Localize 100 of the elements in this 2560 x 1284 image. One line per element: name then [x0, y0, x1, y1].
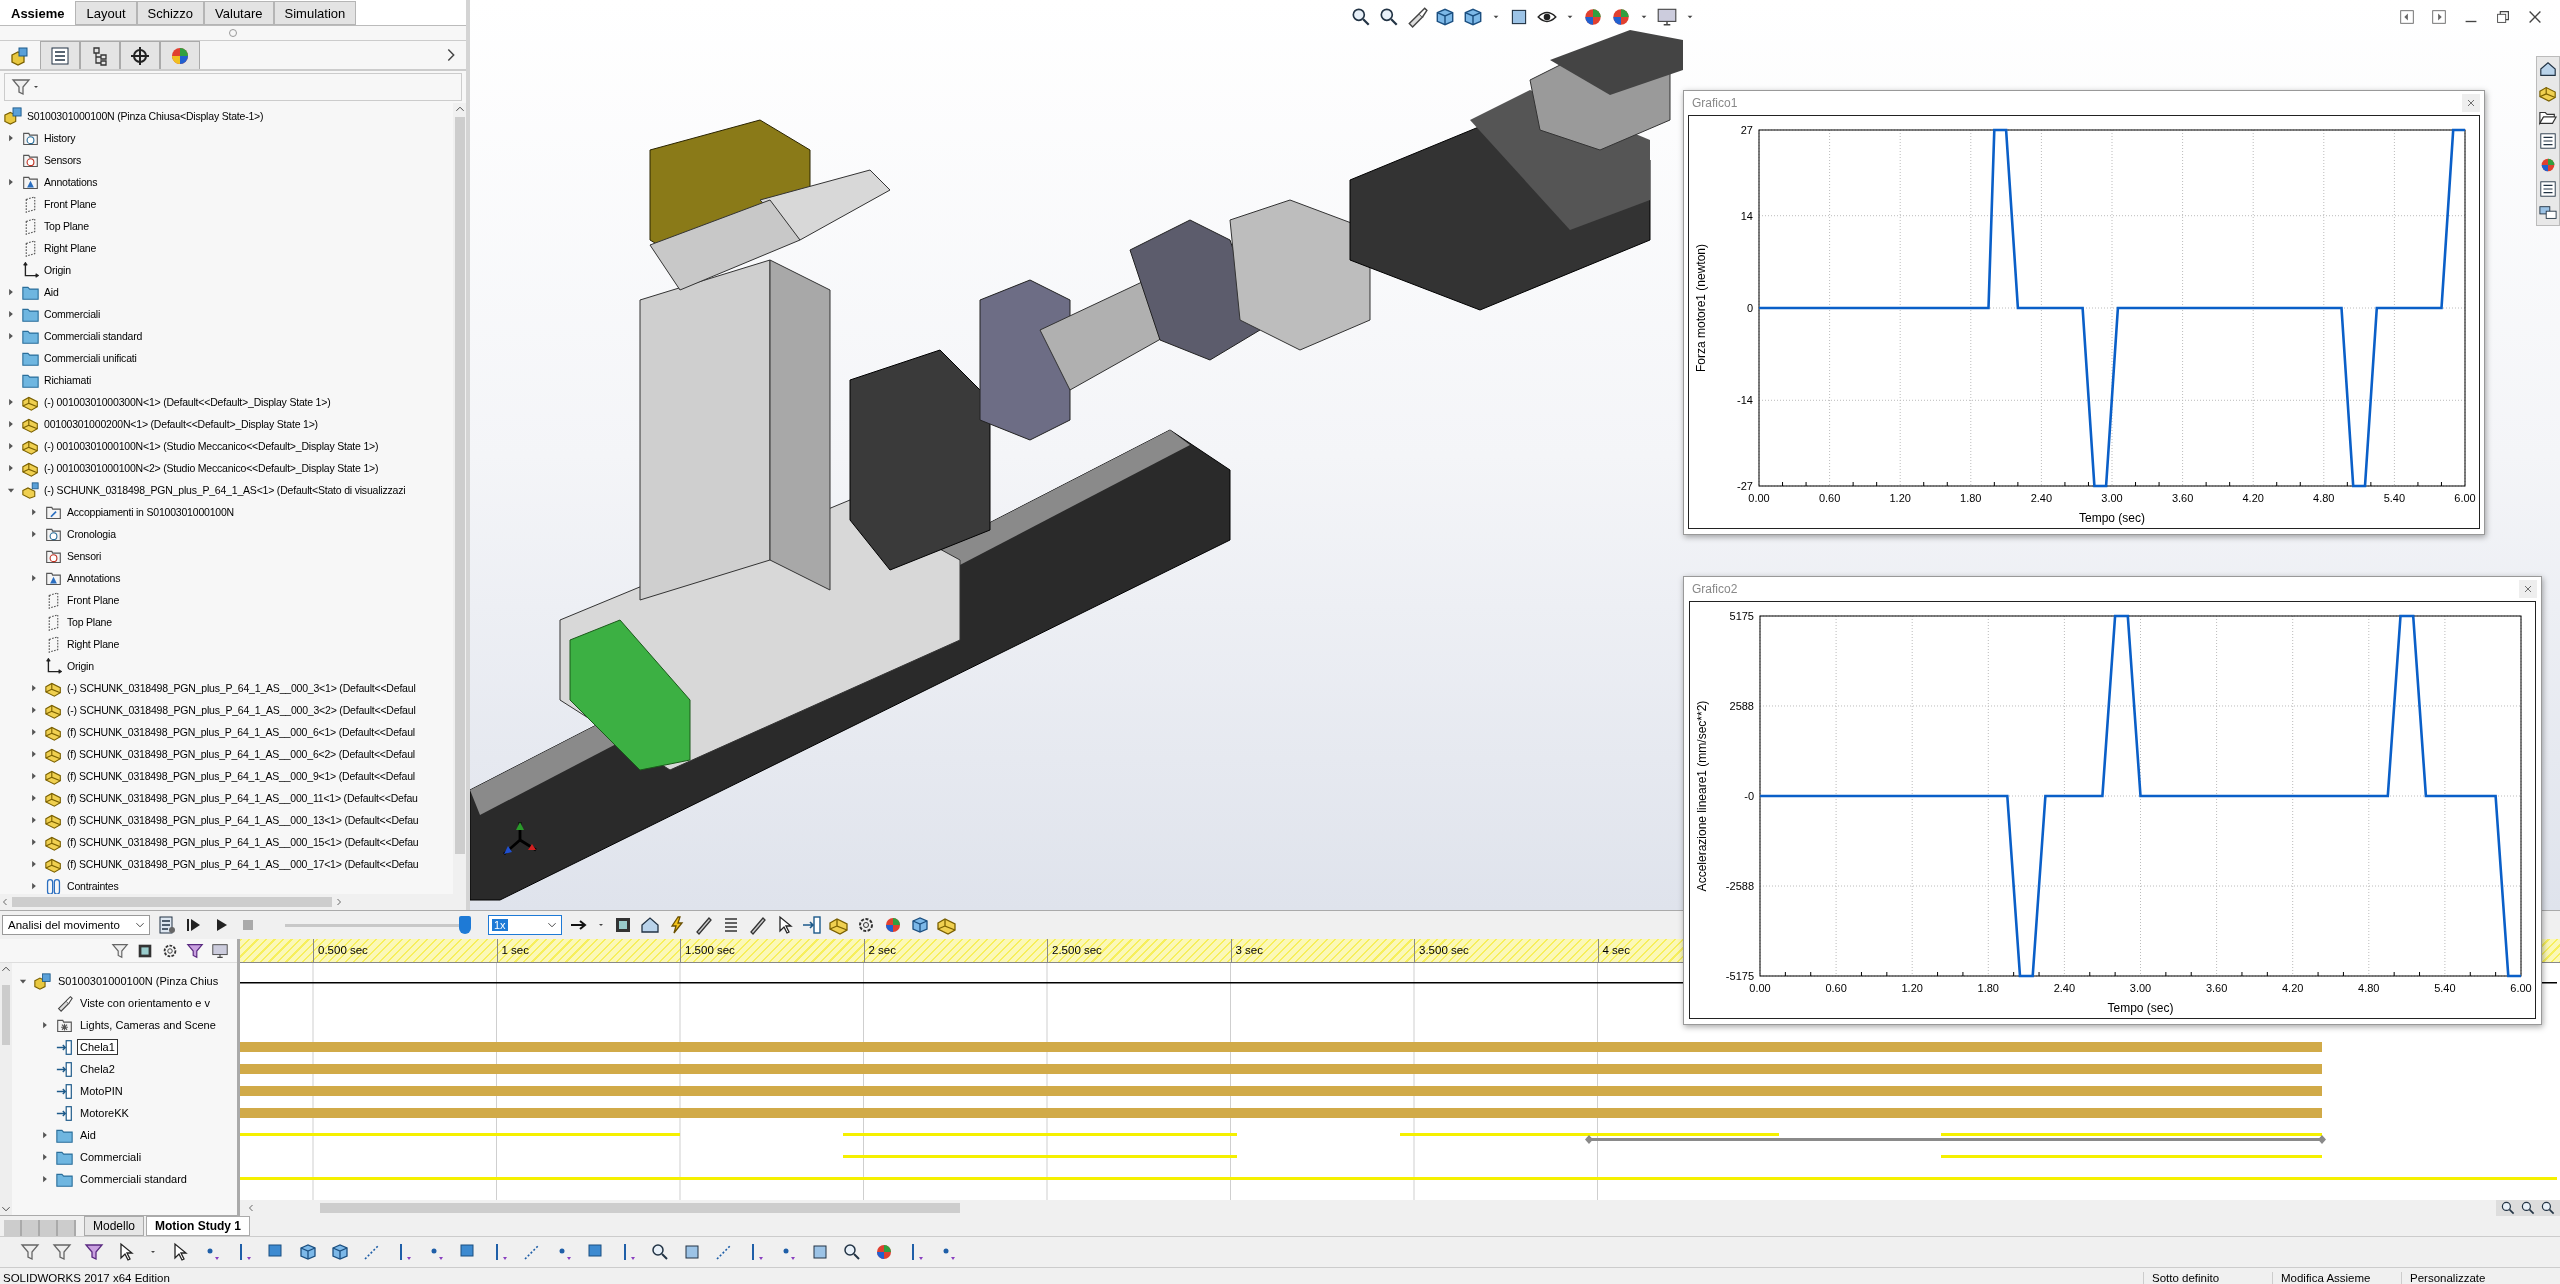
timeline-item[interactable]: Commerciali	[77, 1149, 145, 1165]
zoom-icon[interactable]	[1350, 6, 1372, 28]
ribbon-tab[interactable]: Schizzo	[136, 1, 205, 25]
study-tab[interactable]: Motion Study 1	[146, 1216, 251, 1236]
settings-icon[interactable]	[856, 915, 876, 935]
panel-tab[interactable]	[120, 41, 160, 69]
timeline-item[interactable]: Viste con orientamento e v	[77, 995, 214, 1011]
funnel-icon[interactable]	[11, 77, 31, 97]
property-list-icon[interactable]	[2539, 180, 2557, 198]
tree-item[interactable]: Aid	[43, 286, 60, 298]
scroll-thumb[interactable]	[320, 1203, 960, 1213]
scroll-thumb[interactable]	[2, 985, 10, 1045]
color-wheel-icon[interactable]	[1582, 6, 1604, 28]
pencil-icon[interactable]	[748, 915, 768, 935]
property-list-icon[interactable]	[2539, 132, 2557, 150]
funnel-icon[interactable]	[20, 1242, 40, 1262]
tree-item[interactable]: (f) SCHUNK_0318498_PGN_plus_P_64_1_AS__000_13<1> (Default<<Defau	[66, 814, 420, 826]
house-icon[interactable]	[640, 915, 660, 935]
tree-item[interactable]: Sensori	[66, 550, 103, 562]
panel-tab[interactable]	[40, 41, 80, 69]
tree-item[interactable]: (-) 00100301000100N<2> (Studio Meccanico<<Default>_Display State 1>)	[43, 462, 380, 474]
tree-item[interactable]: History	[43, 132, 77, 144]
zoom-icon[interactable]	[2500, 1200, 2516, 1216]
timeline-item[interactable]: S0100301000100N (Pinza Chius	[55, 973, 222, 989]
tree-item[interactable]: 00100301000200N<1> (Default<<Default>_Display State 1>)	[43, 418, 319, 430]
zoom-icon[interactable]	[2520, 1200, 2536, 1216]
timeline-item[interactable]: Chela1	[77, 1039, 118, 1055]
tree-item[interactable]: (f) SCHUNK_0318498_PGN_plus_P_64_1_AS__000_17<1> (Default<<Defau	[66, 858, 420, 870]
timeline-item[interactable]: MotoreKK	[77, 1105, 132, 1121]
flashlight-icon[interactable]	[1406, 6, 1428, 28]
tree-item[interactable]: Origin	[43, 264, 72, 276]
panel-left-icon[interactable]	[2398, 8, 2416, 26]
color-wheel-icon[interactable]	[2539, 156, 2557, 174]
tree-item[interactable]: Top Plane	[66, 616, 113, 628]
playback-speed-dropdown[interactable]: 1x	[488, 915, 562, 935]
study-tab[interactable]: Modello	[84, 1216, 145, 1236]
zoom-icon[interactable]	[2540, 1200, 2556, 1216]
timeline-item[interactable]: Chela2	[77, 1061, 118, 1077]
film-icon[interactable]	[613, 915, 633, 935]
chat-icon[interactable]	[2539, 204, 2557, 222]
tree-item[interactable]: Cronologia	[66, 528, 117, 540]
ribbon-tab[interactable]: Simulation	[273, 1, 357, 25]
tree-item[interactable]: Commerciali	[43, 308, 102, 320]
panel-right-icon[interactable]	[2430, 8, 2448, 26]
cube-icon[interactable]	[910, 915, 930, 935]
monitor-icon[interactable]	[1656, 6, 1678, 28]
color-wheel-icon[interactable]	[883, 915, 903, 935]
funnel-icon[interactable]	[186, 941, 204, 960]
cube-icon[interactable]	[1434, 6, 1456, 28]
zoom-icon[interactable]	[650, 1242, 670, 1262]
timeline-item[interactable]: Commerciali standard	[77, 1171, 190, 1187]
vertical-scrollbar[interactable]	[453, 103, 466, 894]
tree-item[interactable]: (-) SCHUNK_0318498_PGN_plus_P_64_1_AS__000_3<2> (Default<<Defaul	[66, 704, 417, 716]
funnel-icon[interactable]	[52, 1242, 72, 1262]
zoom-icon[interactable]	[842, 1242, 862, 1262]
timeline-item[interactable]: Aid	[77, 1127, 99, 1143]
scroll-thumb[interactable]	[454, 117, 465, 854]
tree-item[interactable]: Right Plane	[66, 638, 121, 650]
restore-icon[interactable]	[2494, 8, 2512, 26]
tree-item[interactable]: (-) SCHUNK_0318498_PGN_plus_P_64_1_AS<1> (Default<Stato di visualizzazi	[43, 484, 407, 496]
tree-item[interactable]: (f) SCHUNK_0318498_PGN_plus_P_64_1_AS__000_6<1> (Default<<Defaul	[66, 726, 416, 738]
cube-icon[interactable]	[298, 1242, 318, 1262]
ribbon-tab[interactable]: Layout	[75, 1, 137, 25]
cube-icon[interactable]	[330, 1242, 350, 1262]
funnel-icon[interactable]	[84, 1242, 104, 1262]
tree-item[interactable]: Top Plane	[43, 220, 90, 232]
ribbon-tab[interactable]: Valutare	[204, 1, 274, 25]
pencil-icon[interactable]	[694, 915, 714, 935]
tree-item[interactable]: (-) SCHUNK_0318498_PGN_plus_P_64_1_AS__000_3<1> (Default<<Defaul	[66, 682, 417, 694]
tree-item[interactable]: (f) SCHUNK_0318498_PGN_plus_P_64_1_AS__000_15<1> (Default<<Defau	[66, 836, 420, 848]
tree-item[interactable]: Front Plane	[66, 594, 121, 606]
close-button[interactable]	[2462, 94, 2480, 112]
motor-icon[interactable]	[802, 915, 822, 935]
tree-item[interactable]: (-) 00100301000100N<1> (Studio Meccanico<<Default>_Display State 1>)	[43, 440, 380, 452]
monitor-icon[interactable]	[211, 941, 229, 960]
tree-item[interactable]: Commerciali standard	[43, 330, 144, 342]
timeline-item[interactable]: Lights, Cameras and Scene	[77, 1017, 219, 1033]
tree-item[interactable]: Richiamati	[43, 374, 92, 386]
tree-item[interactable]: Right Plane	[43, 242, 98, 254]
tree-item[interactable]: Annotations	[43, 176, 99, 188]
funnel-icon[interactable]	[111, 941, 129, 960]
scroll-thumb[interactable]	[12, 897, 332, 907]
color-wheel-icon[interactable]	[874, 1242, 894, 1262]
calculator-icon[interactable]	[157, 915, 177, 935]
zoom-icon[interactable]	[1378, 6, 1400, 28]
tree-item[interactable]: (f) SCHUNK_0318498_PGN_plus_P_64_1_AS__000_9<1> (Default<<Defaul	[66, 770, 416, 782]
graph-dialog[interactable]: Grafico1 0.00 0.60 1.20 1.80 2.40 3.00 3.60 4.20 4.80 5.40 6.00 -27 -14 0 14 27 Tempo (sec) Forza motore1 (newton)	[1683, 90, 2485, 535]
slider-thumb[interactable]	[459, 916, 471, 934]
tree-item[interactable]: S0100301000100N (Pinza Chiusa<Display State-1>)	[26, 110, 265, 122]
close-button[interactable]	[2519, 580, 2537, 598]
tree-item[interactable]: (-) 00100301000300N<1> (Default<<Default>_Display State 1>)	[43, 396, 332, 408]
house-icon[interactable]	[2539, 60, 2557, 78]
tree-item[interactable]: Commerciali unificati	[43, 352, 138, 364]
graph-dialog[interactable]: Grafico2 0.00 0.60 1.20 1.80 2.40 3.00 3.60 4.20 4.80 5.40 6.00 -5175 -2588 -0 2588 5175 Tempo (sec) Accelerazione lineare1 (mm/sec**2)	[1683, 576, 2542, 1025]
tree-item[interactable]: Front Plane	[43, 198, 98, 210]
tree-item[interactable]: Origin	[66, 660, 95, 672]
cube-icon[interactable]	[1462, 6, 1484, 28]
study-type-dropdown[interactable]: Analisi del movimento	[2, 915, 150, 935]
tree-item[interactable]: (f) SCHUNK_0318498_PGN_plus_P_64_1_AS__000_6<2> (Default<<Defaul	[66, 748, 416, 760]
tree-item[interactable]: Annotations	[66, 572, 122, 584]
